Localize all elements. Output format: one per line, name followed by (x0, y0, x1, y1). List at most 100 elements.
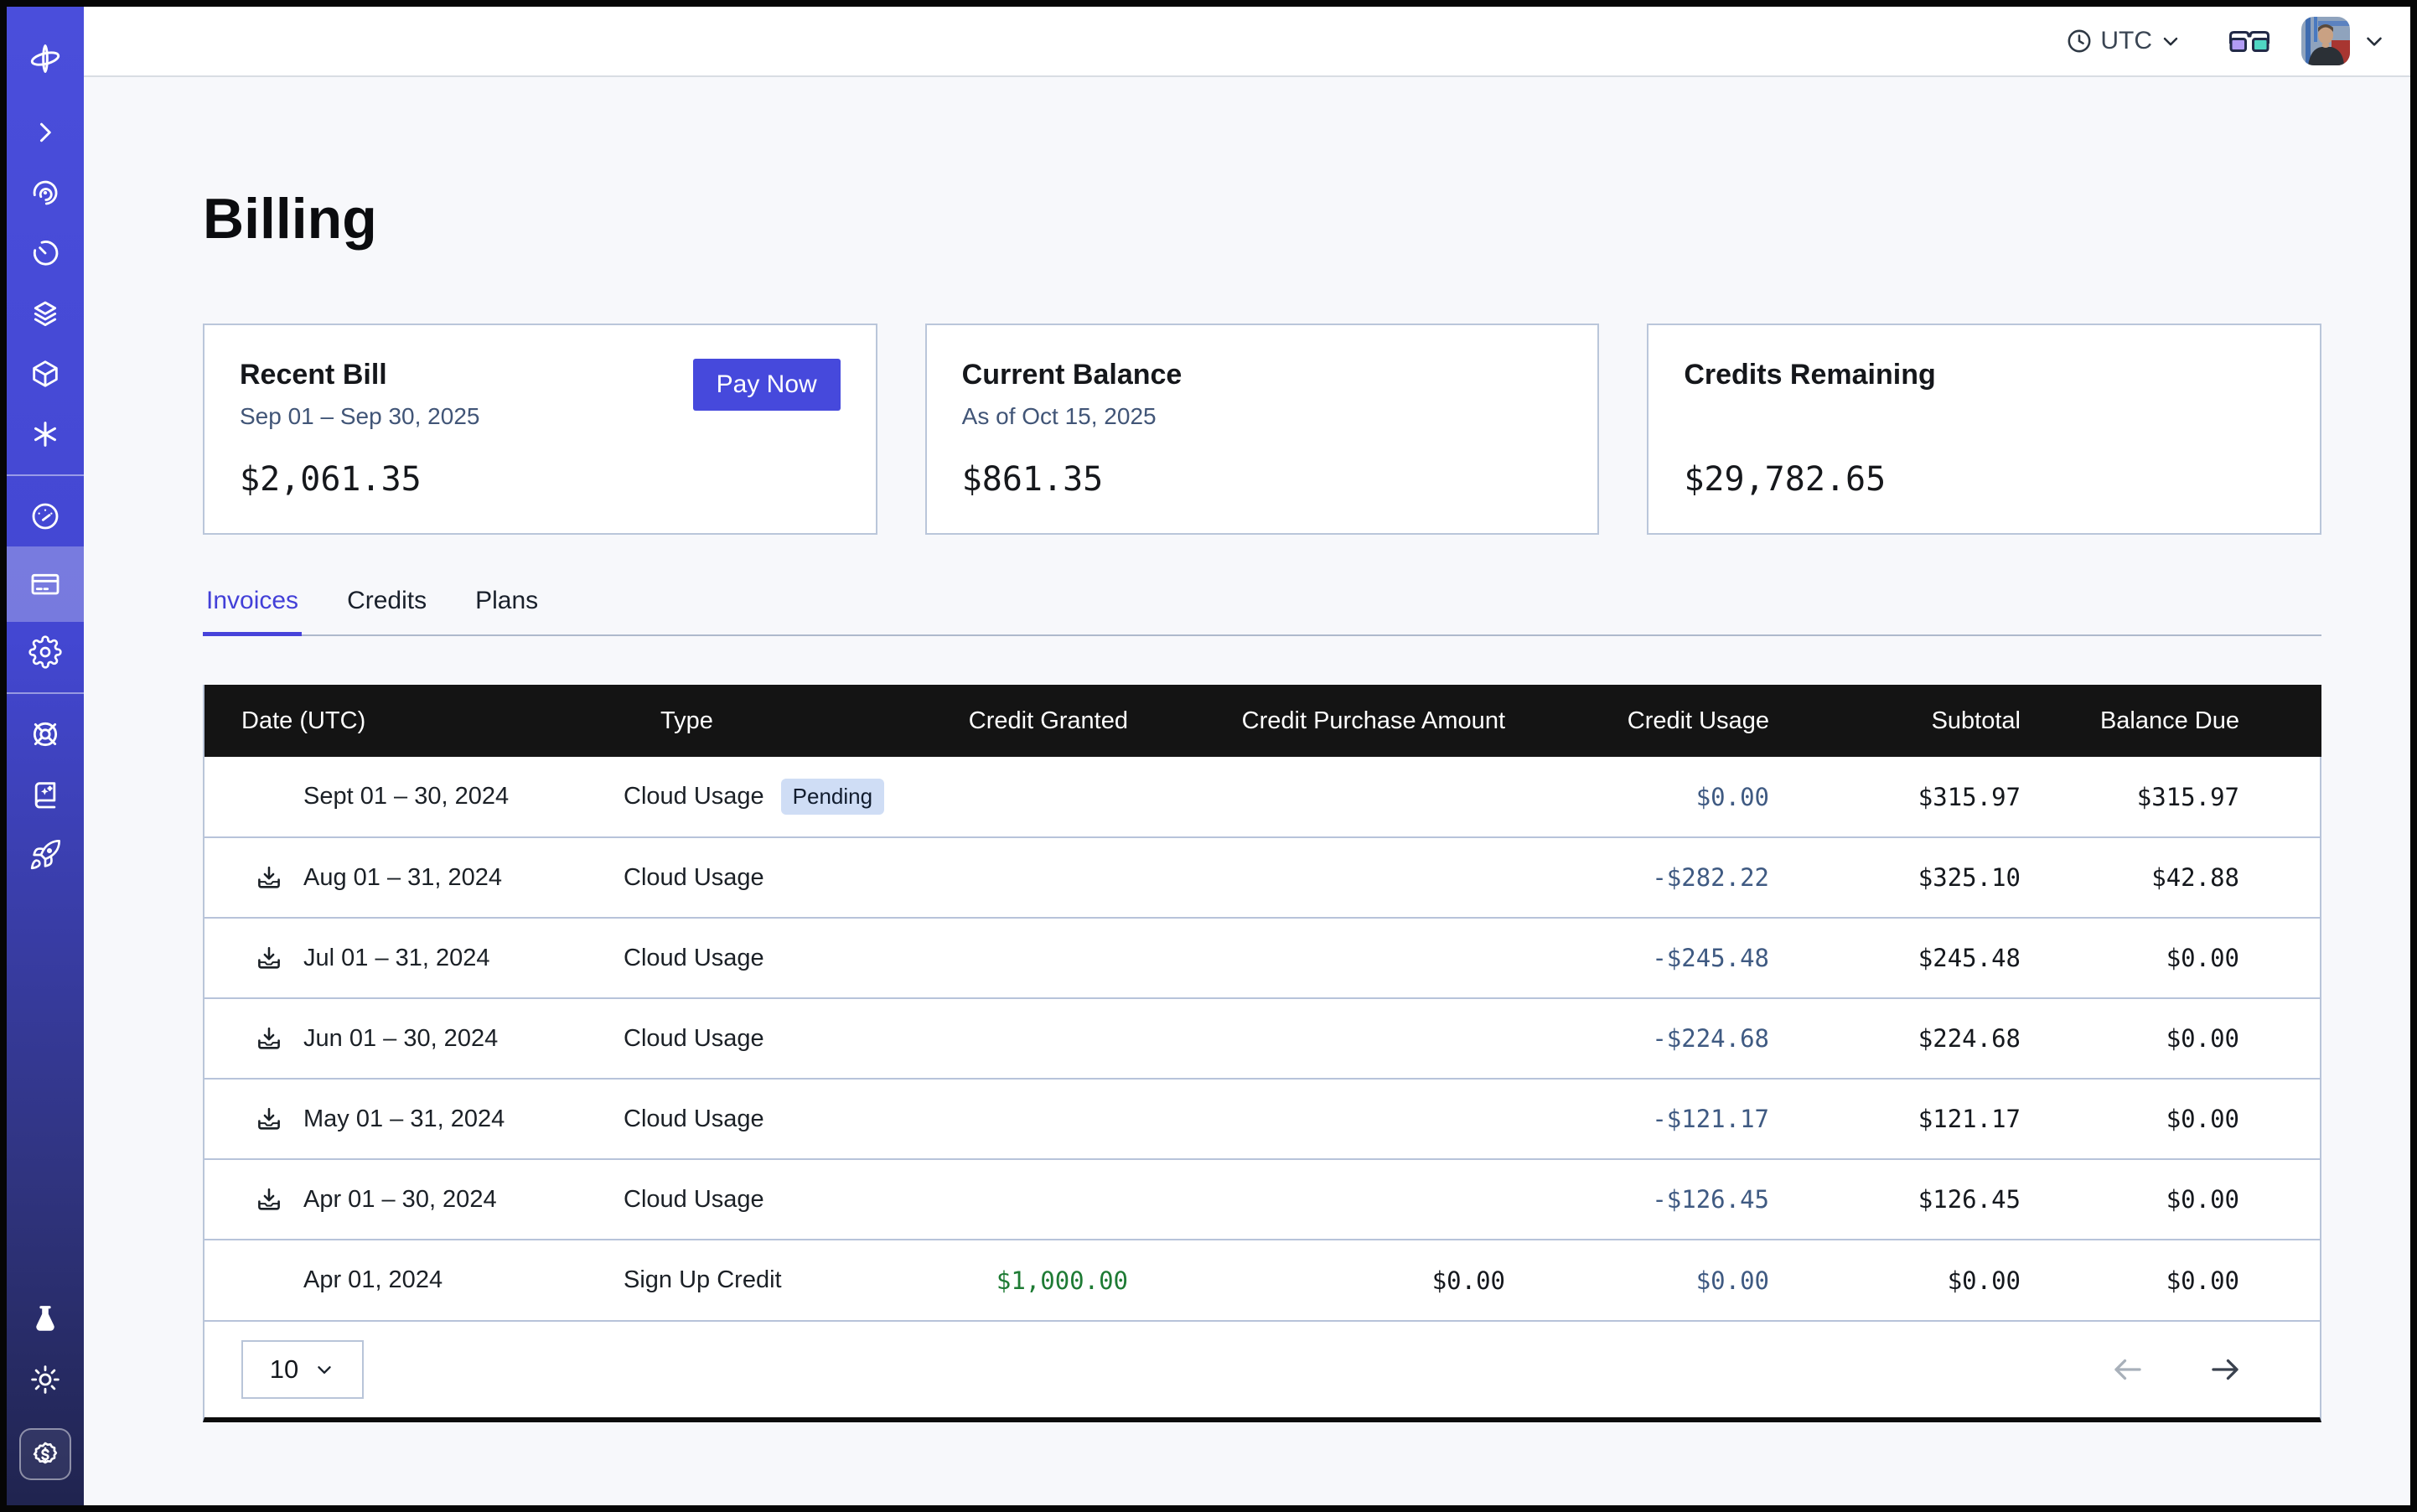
table-row: Jun 01 – 30, 2024 Cloud Usage -$224.68 $… (204, 998, 2321, 1079)
invoice-period: Jun 01 – 30, 2024 (303, 1025, 498, 1053)
layers-icon[interactable] (7, 283, 84, 344)
billing-card-icon[interactable] (7, 546, 84, 622)
subtotal-value: $121.17 (1784, 1079, 2036, 1159)
credit-usage-value: -$245.48 (1520, 918, 1784, 998)
credit-granted-value (892, 1159, 1143, 1240)
credit-usage-value: -$121.17 (1520, 1079, 1784, 1159)
balance-due-value: $0.00 (2036, 1079, 2321, 1159)
asterisk-icon[interactable] (7, 404, 84, 464)
subtotal-value: $315.97 (1784, 757, 2036, 837)
balance-due-value: $0.00 (2036, 1159, 2321, 1240)
table-row: May 01 – 31, 2024 Cloud Usage -$121.17 $… (204, 1079, 2321, 1159)
recent-bill-card: Recent Bill Sep 01 – Sep 30, 2025 $2,061… (203, 324, 877, 535)
glasses-icon[interactable] (2228, 25, 2271, 57)
credit-granted-value (892, 918, 1143, 998)
scan-spiral-icon[interactable] (7, 163, 84, 223)
download-invoice-button[interactable] (255, 944, 283, 972)
invoices-table: Date (UTC)TypeCredit GrantedCredit Purch… (203, 685, 2321, 1422)
invoice-type: Cloud Usage (624, 1025, 764, 1053)
ship-wheel-icon[interactable] (7, 704, 84, 764)
table-row: Sept 01 – 30, 2024 Cloud Usage Pending $… (204, 757, 2321, 837)
credit-usage-value: $0.00 (1520, 757, 1784, 837)
credit-purchase-value (1143, 918, 1520, 998)
clock-icon (2065, 27, 2094, 55)
timezone-selector[interactable]: UTC (2065, 27, 2182, 55)
credit-purchase-value (1143, 1159, 1520, 1240)
column-header: Date (UTC) (204, 685, 624, 757)
download-invoice-button[interactable] (255, 1185, 283, 1214)
column-header: Credit Usage (1520, 685, 1784, 757)
card-title: Current Balance (962, 359, 1563, 391)
credits-remaining-amount: $29,782.65 (1684, 460, 2285, 499)
download-invoice-button[interactable] (255, 1024, 283, 1053)
arrow-right-icon[interactable] (2207, 1352, 2243, 1387)
download-invoice-button[interactable] (255, 1105, 283, 1133)
credit-granted-value (892, 998, 1143, 1079)
tab-invoices[interactable]: Invoices (203, 587, 302, 636)
credit-purchase-value: $0.00 (1143, 1240, 1520, 1320)
column-header: Balance Due (2036, 685, 2321, 757)
flask-icon[interactable] (7, 1289, 84, 1349)
table-row: Jul 01 – 31, 2024 Cloud Usage -$245.48 $… (204, 918, 2321, 998)
orbit-logo-icon[interactable] (7, 35, 84, 82)
gear-icon[interactable] (7, 622, 84, 682)
credit-purchase-value (1143, 998, 1520, 1079)
tab-credits[interactable]: Credits (344, 587, 430, 636)
subtotal-value: $245.48 (1784, 918, 2036, 998)
balance-due-value: $0.00 (2036, 918, 2321, 998)
balance-due-value: $0.00 (2036, 998, 2321, 1079)
gauge-icon[interactable] (7, 486, 84, 546)
timer-icon[interactable] (7, 223, 84, 283)
sidebar-divider (7, 692, 84, 694)
invoice-type: Cloud Usage (624, 1106, 764, 1133)
billing-tabs: Invoices Credits Plans (203, 587, 2321, 636)
balance-due-value: $0.00 (2036, 1240, 2321, 1320)
column-header: Credit Granted (892, 685, 1143, 757)
card-subtitle: As of Oct 15, 2025 (962, 403, 1563, 432)
arrow-left-icon[interactable] (2110, 1352, 2145, 1387)
subtotal-value: $0.00 (1784, 1240, 2036, 1320)
credit-granted-value: $1,000.00 (892, 1240, 1143, 1320)
invoice-type: Cloud Usage (624, 783, 764, 810)
invoice-type: Sign Up Credit (624, 1266, 782, 1294)
chevron-right-icon[interactable] (7, 102, 84, 163)
invoice-period: Apr 01, 2024 (303, 1266, 443, 1294)
cube-icon[interactable] (7, 344, 84, 404)
dollar-badge-icon[interactable] (19, 1428, 71, 1480)
sun-icon[interactable] (7, 1349, 84, 1410)
download-invoice-button[interactable] (255, 863, 283, 892)
credit-purchase-value (1143, 1079, 1520, 1159)
credit-usage-value: -$126.45 (1520, 1159, 1784, 1240)
pay-now-button[interactable]: Pay Now (693, 359, 841, 411)
invoice-type: Cloud Usage (624, 945, 764, 972)
docs-book-icon[interactable] (7, 764, 84, 825)
column-header: Credit Purchase Amount (1143, 685, 1520, 757)
page-title: Billing (203, 186, 2321, 251)
status-badge: Pending (781, 779, 884, 815)
chevron-down-icon[interactable] (2362, 28, 2387, 54)
invoice-period: Sept 01 – 30, 2024 (303, 783, 509, 810)
subtotal-value: $126.45 (1784, 1159, 2036, 1240)
column-header: Type (624, 685, 892, 757)
page-size-select[interactable]: 10 (241, 1340, 364, 1399)
credit-granted-value (892, 1079, 1143, 1159)
tab-plans[interactable]: Plans (472, 587, 541, 636)
avatar[interactable] (2301, 17, 2350, 65)
current-balance-card: Current Balance As of Oct 15, 2025 $861.… (925, 324, 1600, 535)
rocket-icon[interactable] (7, 825, 84, 885)
balance-due-value: $42.88 (2036, 837, 2321, 918)
subtotal-value: $224.68 (1784, 998, 2036, 1079)
table-row: Apr 01, 2024 Sign Up Credit $1,000.00 $0… (204, 1240, 2321, 1320)
credit-purchase-value (1143, 837, 1520, 918)
credits-remaining-card: Credits Remaining $29,782.65 (1647, 324, 2321, 535)
table-row: Aug 01 – 31, 2024 Cloud Usage -$282.22 $… (204, 837, 2321, 918)
credit-purchase-value (1143, 757, 1520, 837)
card-title: Credits Remaining (1684, 359, 2285, 391)
current-balance-amount: $861.35 (962, 460, 1563, 499)
subtotal-value: $325.10 (1784, 837, 2036, 918)
invoice-period: May 01 – 31, 2024 (303, 1106, 505, 1133)
topbar: UTC (84, 7, 2410, 77)
invoice-period: Apr 01 – 30, 2024 (303, 1186, 497, 1214)
column-header: Subtotal (1784, 685, 2036, 757)
invoice-period: Jul 01 – 31, 2024 (303, 945, 490, 972)
